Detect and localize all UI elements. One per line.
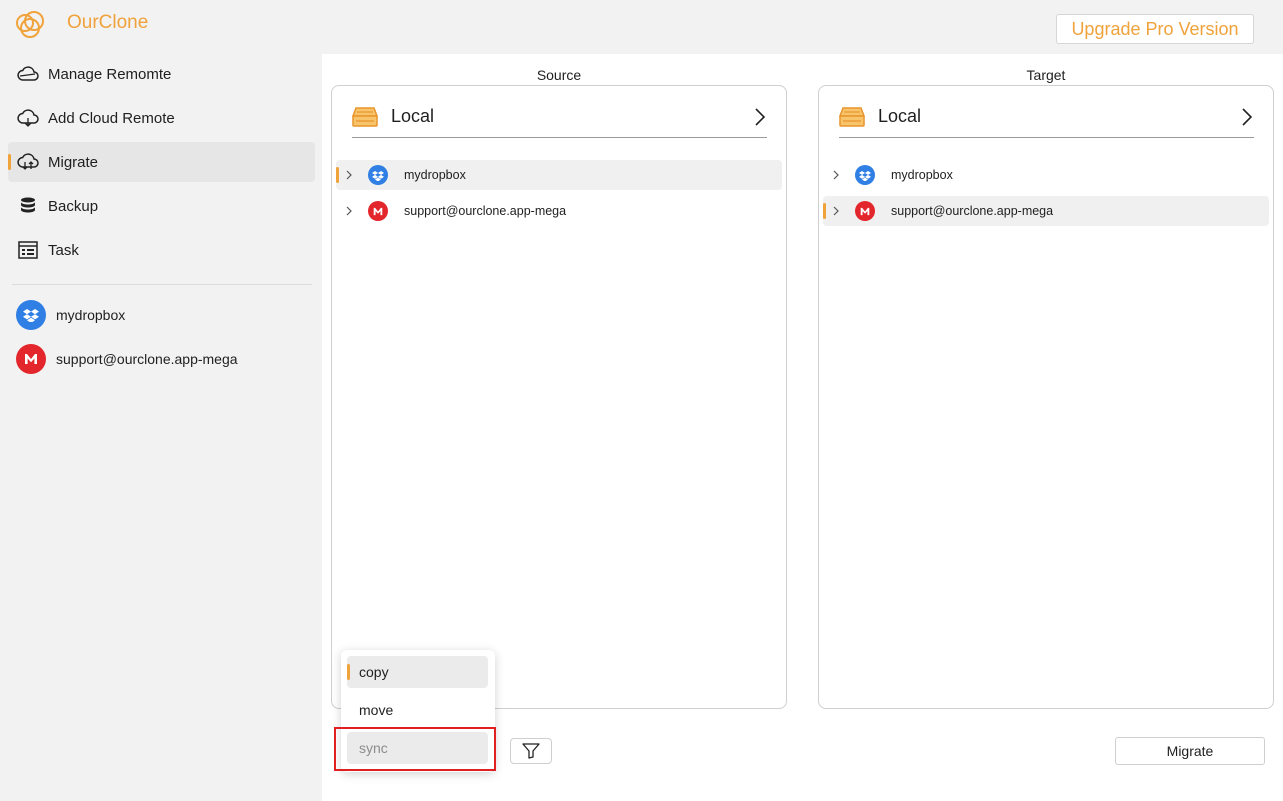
chevron-right-icon	[1242, 107, 1253, 126]
nav-item-task[interactable]: Task	[8, 230, 315, 270]
filter-icon	[522, 743, 540, 759]
filter-button[interactable]	[510, 738, 552, 764]
mega-icon	[855, 201, 875, 221]
database-icon	[16, 194, 40, 218]
migrate-main-area: Source Target Local mydropbox support@ou…	[322, 54, 1283, 801]
nav-label: Backup	[48, 197, 99, 215]
chevron-right-icon	[755, 107, 766, 126]
expand-chevron-icon[interactable]	[344, 206, 354, 216]
target-panel: Local mydropbox support@ourclone.app-meg…	[818, 85, 1274, 709]
remote-label: mydropbox	[56, 307, 126, 323]
sidebar: Manage Remomte Add Cloud Remote Migrate …	[0, 52, 322, 801]
mega-icon	[368, 201, 388, 221]
nav-label: Add Cloud Remote	[48, 109, 175, 127]
sidebar-remote-mega[interactable]: support@ourclone.app-mega	[16, 343, 238, 375]
tree-item-label: mydropbox	[404, 168, 466, 182]
source-panel: Local mydropbox support@ourclone.app-meg…	[331, 85, 787, 709]
nav-label: Task	[48, 241, 79, 259]
tree-item-label: mydropbox	[891, 168, 953, 182]
cloud-add-icon	[16, 106, 40, 130]
dropbox-icon	[16, 300, 46, 330]
dropbox-icon	[368, 165, 388, 185]
source-tree-item-dropbox[interactable]: mydropbox	[336, 160, 782, 190]
mega-icon	[16, 344, 46, 374]
nav-item-migrate[interactable]: Migrate	[8, 142, 315, 182]
expand-chevron-icon[interactable]	[344, 170, 354, 180]
nav-label: Manage Remomte	[48, 65, 172, 83]
app-title: OurClone	[67, 12, 149, 33]
expand-chevron-icon[interactable]	[831, 170, 841, 180]
target-tree-item-mega[interactable]: support@ourclone.app-mega	[823, 196, 1269, 226]
nav-label: Migrate	[48, 153, 99, 171]
target-tree-item-dropbox[interactable]: mydropbox	[823, 160, 1269, 190]
local-drive-icon	[839, 106, 865, 127]
upgrade-pro-button[interactable]: Upgrade Pro Version	[1056, 14, 1254, 44]
nav-item-add-cloud-remote[interactable]: Add Cloud Remote	[8, 98, 315, 138]
target-location-selector[interactable]: Local	[839, 96, 1254, 138]
tree-item-label: support@ourclone.app-mega	[891, 204, 1054, 218]
mode-option-move[interactable]: move	[347, 694, 488, 726]
mode-option-copy[interactable]: copy	[347, 656, 488, 688]
source-location-selector[interactable]: Local	[352, 96, 767, 138]
dropbox-icon	[855, 165, 875, 185]
sidebar-divider	[12, 284, 312, 285]
migrate-mode-dropdown: copy move sync	[341, 650, 495, 772]
tree-item-label: support@ourclone.app-mega	[404, 204, 567, 218]
cloud-outline-icon	[16, 62, 40, 86]
target-location-label: Local	[878, 106, 922, 126]
sidebar-remote-dropbox[interactable]: mydropbox	[16, 299, 125, 331]
cloud-migrate-icon	[16, 150, 40, 174]
migrate-button[interactable]: Migrate	[1115, 737, 1265, 765]
ourclone-logo-icon	[16, 11, 44, 38]
target-heading: Target	[1026, 67, 1066, 83]
expand-chevron-icon[interactable]	[831, 206, 841, 216]
task-list-icon	[16, 238, 40, 262]
local-drive-icon	[352, 106, 378, 127]
source-heading: Source	[536, 67, 582, 83]
mode-option-sync[interactable]: sync	[347, 732, 488, 764]
source-location-label: Local	[391, 106, 435, 126]
nav-item-backup[interactable]: Backup	[8, 186, 315, 226]
source-tree-item-mega[interactable]: support@ourclone.app-mega	[336, 196, 782, 226]
remote-label: support@ourclone.app-mega	[56, 351, 238, 367]
nav-item-manage-remote[interactable]: Manage Remomte	[8, 54, 315, 94]
